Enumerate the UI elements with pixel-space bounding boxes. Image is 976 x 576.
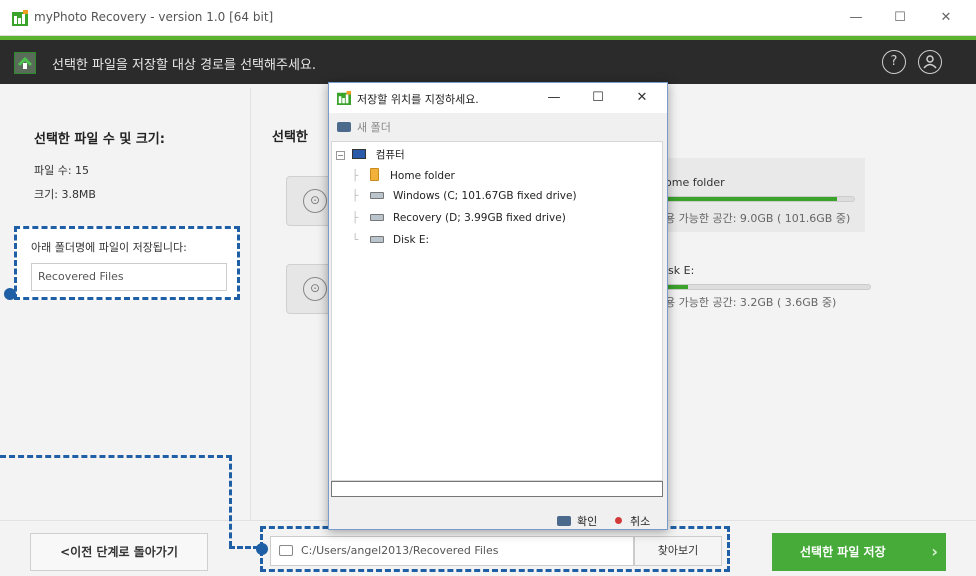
tree-connector: ├ [352,170,359,182]
drive-space: 용 가능한 공간: 9.0GB ( 101.6GB 중) [665,212,851,225]
callout-dot [256,543,268,555]
callout-line [0,455,232,458]
dialog-close-button[interactable]: ✕ [625,87,659,109]
app-logo-icon [12,10,28,26]
drive-name: isk E: [665,264,695,277]
file-count: 파일 수: 15 [34,164,90,177]
panel-divider [250,88,251,520]
drive-disc-icon: ⊙ [303,277,327,301]
selected-files-title: 선택한 파일 수 및 크기: [34,132,165,147]
ok-label: 확인 [577,515,598,528]
save-path-field[interactable]: C:/Users/angel2013/Recovered Files [270,536,634,566]
app-window: myPhoto Recovery - version 1.0 [64 bit] … [0,0,976,576]
callout-line [229,546,259,549]
maximize-button[interactable]: ☐ [880,6,920,30]
drive-list-title: 선택한 [272,130,308,145]
cancel-button[interactable]: 취소 [615,513,650,529]
folder-icon [279,545,293,556]
save-selected-files-button[interactable]: 선택한 파일 저장 › [772,533,946,571]
chevron-right-icon: › [931,542,938,561]
user-icon[interactable] [918,50,942,74]
tree-item-label: Recovery (D; 3.99GB fixed drive) [393,212,566,224]
drive-usage-fill [666,285,689,289]
choose-location-dialog: 저장할 위치를 지정하세요. — ☐ ✕ 새 폴더 − 컴퓨터 ├ Home f… [328,82,668,530]
window-title: myPhoto Recovery - version 1.0 [64 bit] [34,10,274,24]
tree-connector: ├ [352,190,359,202]
new-folder-icon [337,122,351,132]
ok-button[interactable]: 확인 [557,513,597,529]
collapse-icon[interactable]: − [336,151,345,160]
title-bar: myPhoto Recovery - version 1.0 [64 bit] … [0,0,976,36]
drive-disc-icon: ⊙ [303,189,327,213]
folder-icon [369,168,379,181]
header-instruction: 선택한 파일을 저장할 대상 경로를 선택해주세요. [52,58,316,73]
drive-space: 용 가능한 공간: 3.2GB ( 3.6GB 중) [665,296,837,309]
file-size: 크기: 3.8MB [34,188,96,201]
dialog-title: 저장할 위치를 지정하세요. [357,93,479,106]
computer-icon [352,149,367,159]
drive-name: ome folder [665,176,725,189]
drive-icon [369,236,384,243]
dialog-maximize-button[interactable]: ☐ [581,87,615,109]
drive-usage-fill [666,197,838,201]
save-path-value: C:/Users/angel2013/Recovered Files [301,544,499,557]
app-logo-icon [337,91,351,105]
tree-root-label: 컴퓨터 [375,149,405,161]
tree-item-label: Home folder [390,170,455,182]
tree-root-computer[interactable]: − 컴퓨터 [336,147,405,162]
back-button[interactable]: <이전 단계로 돌아가기 [30,533,208,571]
tree-item-label: Disk E: [393,234,430,246]
drive-card-e[interactable]: isk E: 용 가능한 공간: 3.2GB ( 3.6GB 중) [645,256,871,316]
drive-icon [369,192,384,199]
tree-connector: ├ [352,212,359,224]
callout-dot [4,288,16,300]
tree-item-windows-c[interactable]: ├ Windows (C; 101.67GB fixed drive) [352,190,577,202]
folder-tree[interactable]: − 컴퓨터 ├ Home folder ├ Windows (C; 101.67… [331,141,663,481]
tree-item-recovery-d[interactable]: ├ Recovery (D; 3.99GB fixed drive) [352,212,566,224]
minimize-button[interactable]: — [836,6,876,30]
tree-item-label: Windows (C; 101.67GB fixed drive) [393,190,577,202]
save-location-icon [14,52,36,74]
tree-item-disk-e[interactable]: └ Disk E: [352,234,429,246]
folder-name-section: 아래 폴더명에 파일이 저장됩니다: Recovered Files [14,226,240,300]
callout-line [229,455,232,547]
help-icon[interactable]: ? [882,50,906,74]
folder-name-label: 아래 폴더명에 파일이 저장됩니다: [31,241,187,254]
drive-icon [369,214,384,221]
drive-usage-bar [665,284,871,290]
drive-card-home[interactable]: ome folder 용 가능한 공간: 9.0GB ( 101.6GB 중) [645,158,865,232]
dialog-path-input[interactable] [331,481,663,497]
dialog-minimize-button[interactable]: — [537,87,571,109]
new-folder-button[interactable]: 새 폴더 [337,119,391,135]
tree-connector: └ [352,234,359,246]
close-button[interactable]: ✕ [926,6,966,30]
dialog-title-bar: 저장할 위치를 지정하세요. — ☐ ✕ [329,83,667,113]
save-button-label: 선택한 파일 저장 [800,545,886,559]
new-folder-label: 새 폴더 [357,121,391,134]
cancel-icon [615,517,622,524]
browse-button[interactable]: 찾아보기 [634,536,722,566]
header-bar: 선택한 파일을 저장할 대상 경로를 선택해주세요. ? [0,36,976,84]
tree-item-home-folder[interactable]: ├ Home folder [352,168,455,182]
ok-icon [557,516,571,526]
cancel-label: 취소 [630,515,651,528]
drive-usage-bar [665,196,855,202]
folder-name-input[interactable]: Recovered Files [31,263,227,291]
